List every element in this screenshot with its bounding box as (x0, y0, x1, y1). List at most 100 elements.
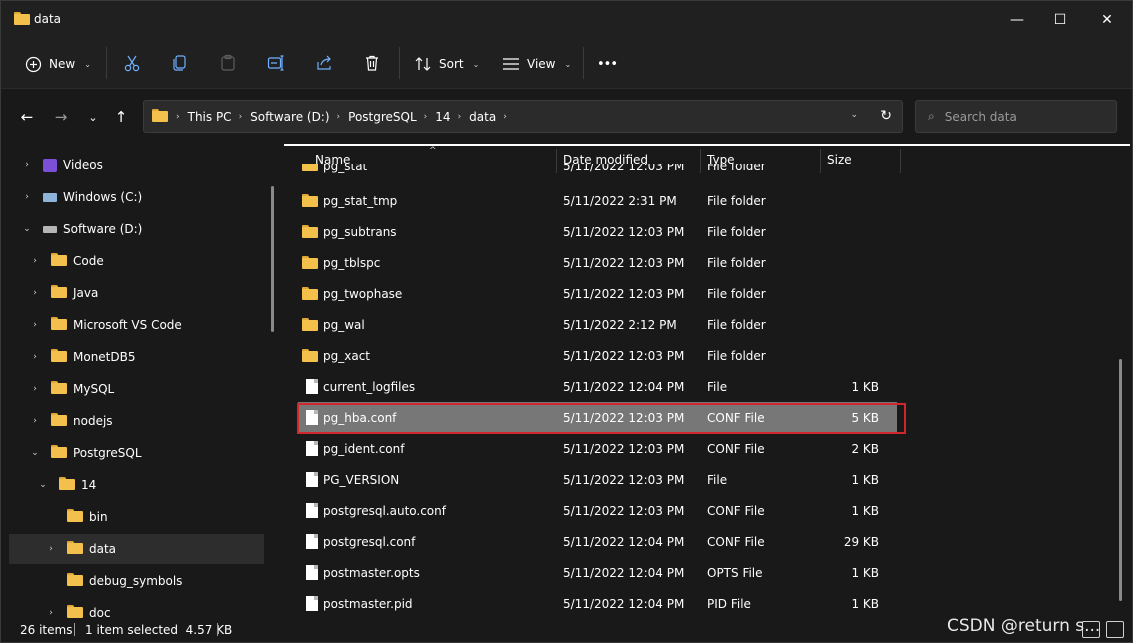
file-size: 1 KB (851, 379, 879, 394)
arrow-left-icon: ← (20, 108, 34, 126)
table-row-partial[interactable]: pg_stat 5/11/2022 12:03 PM File folder (298, 164, 897, 176)
file-type: File folder (707, 348, 766, 363)
cut-button[interactable] (121, 52, 143, 74)
back-button[interactable]: ← (15, 106, 39, 128)
table-row[interactable]: postmaster.pid 5/11/2022 12:04 PM PID File… (298, 588, 897, 618)
breadcrumb-item[interactable]: Software (D:) (250, 110, 329, 124)
view-icon (503, 58, 519, 70)
sidebar-item-software-d[interactable]: ⌄ Software (D:) (21, 214, 277, 244)
file-name: current_logfiles (323, 379, 416, 394)
status-divider (74, 623, 75, 636)
view-button[interactable]: View ⌄ (502, 49, 571, 79)
file-type: File folder (707, 317, 766, 332)
table-row[interactable]: PG_VERSION 5/11/2022 12:03 PM File 1 KB (298, 464, 897, 495)
sidebar-item-nodejs[interactable]: › nodejs (29, 406, 277, 436)
file-name: pg_subtrans (323, 224, 397, 239)
close-button[interactable]: ✕ (1084, 1, 1130, 39)
search-input[interactable] (944, 109, 1105, 124)
sidebar-item-monetdb5[interactable]: › MonetDB5 (29, 342, 277, 372)
watermark: CSDN @return s... (947, 616, 1101, 636)
column-divider[interactable] (900, 149, 901, 173)
chevron-right-icon: › (336, 111, 341, 122)
file-date: 5/11/2022 12:04 PM (563, 534, 685, 549)
sidebar-item-postgresql[interactable]: ⌄ PostgreSQL (29, 438, 277, 468)
toolbar-divider (106, 47, 107, 79)
folder-icon (67, 573, 83, 589)
breadcrumb-item[interactable]: data (469, 110, 496, 124)
sidebar-item-data[interactable]: › data (9, 534, 264, 564)
file-type: CONF File (707, 534, 765, 549)
table-row[interactable]: current_logfiles 5/11/2022 12:04 PM File 1 … (298, 371, 897, 402)
file-type: CONF File (707, 503, 765, 518)
toolbar-divider (583, 47, 584, 79)
table-row[interactable]: pg_stat_tmp 5/11/2022 2:31 PM File folder (298, 185, 897, 216)
sidebar-item-java[interactable]: › Java (29, 278, 277, 308)
sidebar-item-code[interactable]: › Code (29, 246, 277, 276)
search-box[interactable]: ⌕ (915, 100, 1117, 133)
table-row[interactable]: pg_ident.conf 5/11/2022 12:03 PM CONF File… (298, 433, 897, 464)
breadcrumb-item[interactable]: PostgreSQL (348, 110, 417, 124)
more-icon: ••• (597, 56, 618, 72)
sidebar-item-windows-c[interactable]: › Windows (C:) (21, 182, 277, 212)
more-options-button[interactable]: ••• (597, 49, 618, 79)
file-type: File (707, 472, 728, 487)
table-row[interactable]: pg_tblspc 5/11/2022 12:03 PM File folder (298, 247, 897, 278)
rename-button[interactable] (265, 52, 287, 74)
recent-locations-button[interactable]: ⌄ (81, 106, 105, 128)
folder-icon (302, 318, 318, 334)
selection-highlight-annotation (297, 403, 906, 434)
breadcrumb-item[interactable]: 14 (435, 110, 450, 124)
selection-info: 1 item selected 4.57 KB (85, 623, 233, 637)
table-row[interactable]: pg_subtrans 5/11/2022 12:03 PM File folder (298, 216, 897, 247)
sidebar-scrollbar[interactable] (271, 186, 274, 332)
table-row[interactable]: postgresql.conf 5/11/2022 12:04 PM CONF Fi… (298, 526, 897, 557)
table-row[interactable]: postmaster.opts 5/11/2022 12:04 PM OPTS Fi… (298, 557, 897, 588)
file-name: pg_ident.conf (323, 441, 405, 456)
file-list-scrollbar[interactable] (1119, 359, 1122, 601)
table-row[interactable]: pg_wal 5/11/2022 2:12 PM File folder (298, 309, 897, 340)
tiles-view-icon[interactable] (1106, 621, 1124, 638)
folder-icon (302, 349, 318, 365)
rename-icon (267, 55, 284, 71)
sidebar-item-debug-symbols[interactable]: debug_symbols (45, 566, 277, 596)
table-row[interactable]: pg_twophase 5/11/2022 12:03 PM File folder (298, 278, 897, 309)
table-row[interactable]: postgresql.auto.conf 5/11/2022 12:03 PM CO… (298, 495, 897, 526)
sort-button[interactable]: Sort ⌄ (414, 49, 479, 79)
cut-icon (124, 55, 140, 72)
minimize-button[interactable]: — (994, 1, 1040, 39)
videos-icon (43, 158, 57, 172)
refresh-icon[interactable]: ↻ (880, 108, 892, 124)
window-title: data (34, 12, 62, 26)
delete-button[interactable] (361, 52, 383, 74)
copy-icon (173, 55, 186, 71)
file-name: postgresql.conf (323, 534, 416, 549)
sidebar-item-microsoft-vs-code[interactable]: › Microsoft VS Code (29, 310, 277, 340)
chevron-right-icon: › (33, 384, 37, 394)
item-count: 26 items (20, 623, 73, 637)
file-name: pg_xact (323, 348, 370, 363)
maximize-button[interactable]: ☐ (1037, 1, 1083, 39)
file-name: postmaster.pid (323, 596, 413, 611)
sidebar-item-videos[interactable]: › Videos (21, 150, 277, 180)
share-button[interactable] (313, 52, 335, 74)
file-icon (306, 503, 318, 521)
forward-button[interactable]: → (49, 106, 73, 128)
sidebar-item-14[interactable]: ⌄ 14 (37, 470, 277, 500)
chevron-down-icon: ⌄ (564, 59, 572, 69)
file-icon (306, 379, 318, 397)
up-button[interactable]: ↑ (109, 106, 133, 128)
copy-button[interactable] (169, 52, 191, 74)
folder-icon (14, 12, 30, 25)
new-button[interactable]: New ⌄ (25, 49, 91, 79)
sidebar-item-bin[interactable]: bin (45, 502, 277, 532)
sidebar-item-mysql[interactable]: › MySQL (29, 374, 277, 404)
navigation-bar: ← → ⌄ ↑ › This PC › Software (D:) › Post… (1, 90, 1132, 144)
file-date: 5/11/2022 12:03 PM (563, 286, 685, 301)
address-bar[interactable]: › This PC › Software (D:) › PostgreSQL ›… (143, 100, 903, 133)
sidebar-item-doc[interactable]: › doc (45, 598, 277, 618)
breadcrumb-item[interactable]: This PC (188, 110, 232, 124)
sidebar-item-label: Code (73, 254, 104, 268)
table-row[interactable]: pg_xact 5/11/2022 12:03 PM File folder (298, 340, 897, 371)
paste-button[interactable] (217, 52, 239, 74)
chevron-down-icon[interactable]: ⌄ (850, 110, 858, 120)
